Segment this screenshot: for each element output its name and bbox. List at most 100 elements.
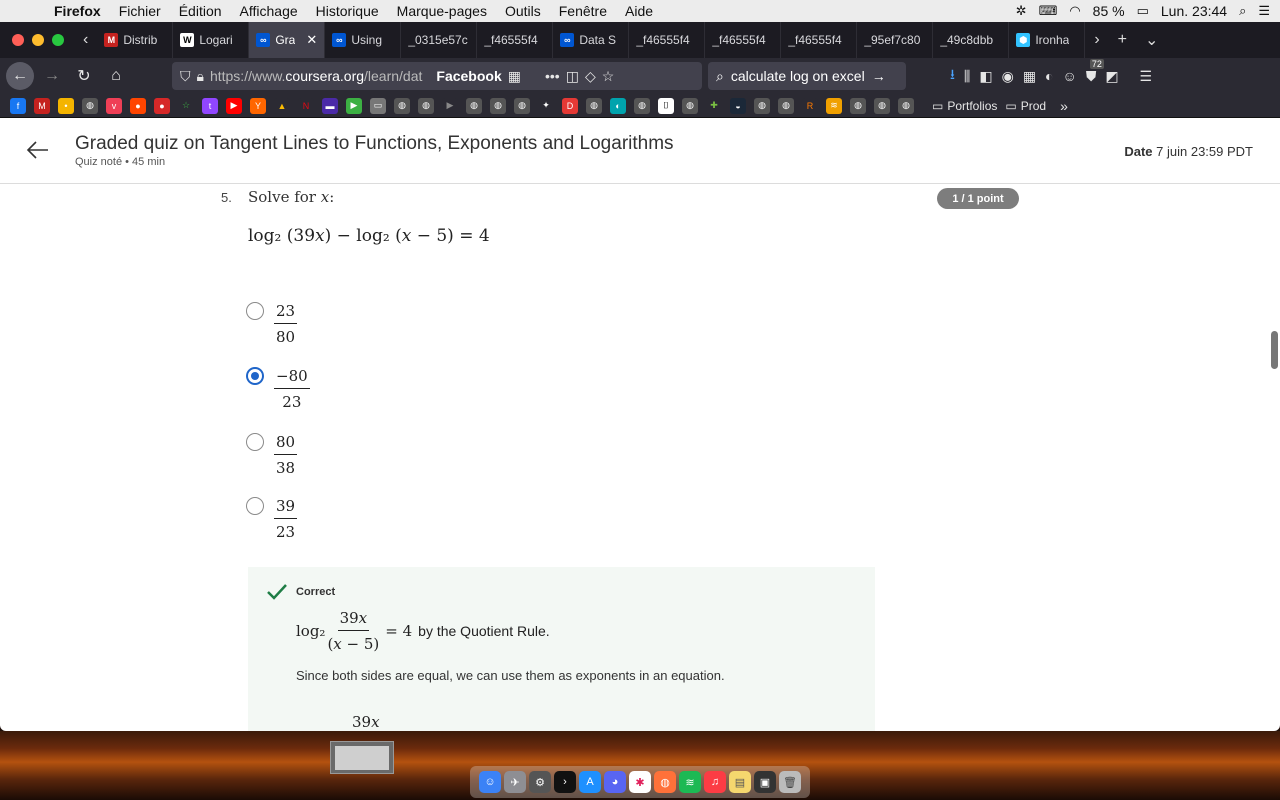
menu-item-aide[interactable]: Aide [625,3,653,19]
browser-tab[interactable]: ∞ Using [325,22,402,58]
answer-option[interactable]: 23 80 [246,302,298,346]
bookmark-tag-icon[interactable]: ◇ [585,68,596,85]
purple-bookmark-icon[interactable]: ▬ [322,97,338,114]
extension-grid-icon[interactable]: ▦ [1023,68,1036,85]
launchpad-icon[interactable]: ✈ [504,771,526,793]
scrollbar-thumb[interactable] [1271,331,1278,369]
chevron-right-icon[interactable]: › [1094,31,1099,49]
netflix-bookmark-icon[interactable]: N [298,97,314,114]
answer-option[interactable]: 39 23 [246,497,298,541]
slack-icon[interactable]: ✱ [629,771,651,793]
radio-button[interactable] [246,302,264,320]
search-bar[interactable]: ⌕ calculate log on excel → [708,62,906,90]
globe-bookmark-icon[interactable]: ◍ [874,97,890,114]
menu-item-historique[interactable]: Historique [316,3,379,19]
globe-bookmark-icon[interactable]: ◍ [466,97,482,114]
menubar-clock[interactable]: Lun. 23:44 [1161,3,1227,19]
wifi-icon[interactable]: ◠ [1069,3,1080,19]
globe-bookmark-icon[interactable]: ◍ [754,97,770,114]
extension-square-icon[interactable]: ◩ [1105,68,1118,85]
control-center-icon[interactable]: ☰ [1258,3,1270,19]
d-bookmark-icon[interactable]: D [562,97,578,114]
search-go-arrow-icon[interactable]: → [872,68,886,84]
sidebar-icon[interactable]: ◧ [979,68,992,85]
menu-item-edition[interactable]: Édition [179,3,222,19]
youtube-bookmark-icon[interactable]: ▶ [226,97,242,114]
facebook-bookmark-icon[interactable]: f [10,97,26,114]
globe-bookmark-icon[interactable]: ◍ [418,97,434,114]
globe-bookmark-icon[interactable]: ◍ [82,97,98,114]
close-window-button[interactable] [12,34,24,46]
steam-bookmark-icon[interactable]: ◒ [730,97,746,114]
globe-bookmark-icon[interactable]: ◍ [850,97,866,114]
bookmarks-overflow-chevron-icon[interactable]: » [1060,98,1068,114]
preview-icon[interactable]: ▤ [729,771,751,793]
globe-bookmark-icon[interactable]: ◍ [898,97,914,114]
menu-item-marque-pages[interactable]: Marque-pages [397,3,487,19]
green-bookmark-icon[interactable]: ✚ [706,97,722,114]
system-preferences-icon[interactable]: ⚙ [529,771,551,793]
home-icon[interactable]: ⌂ [102,62,130,90]
teal-bookmark-icon[interactable]: ◐ [610,97,626,114]
globe-bookmark-icon[interactable]: ◍ [514,97,530,114]
battery-percent[interactable]: 85 % [1093,3,1125,19]
discord-icon[interactable]: ◕ [604,771,626,793]
r-bookmark-icon[interactable]: R [802,97,818,114]
firefox-icon[interactable]: ◍ [654,771,676,793]
menu-app-name[interactable]: Firefox [54,3,101,19]
forward-arrow-icon[interactable]: → [38,62,66,90]
answer-option[interactable]: 80 38 [246,433,298,477]
zoom-window-button[interactable] [52,34,64,46]
finder-icon[interactable]: ☺ [479,771,501,793]
ycombinator-bookmark-icon[interactable]: Y [250,97,266,114]
menu-item-outils[interactable]: Outils [505,3,541,19]
back-arrow-icon[interactable] [26,140,50,160]
app-store-icon[interactable]: A [579,771,601,793]
reload-icon[interactable]: ↻ [70,62,98,90]
play-arrow-bookmark-icon[interactable]: ▶ [442,97,458,114]
browser-tab[interactable]: _f46555f4 [477,22,554,58]
browser-tab[interactable]: _0315e57c [401,22,478,58]
spotlight-search-icon[interactable]: ⌕ [1239,3,1246,19]
pocket-icon[interactable]: ◫ [566,68,579,85]
reddit-bookmark-icon[interactable]: ● [130,97,146,114]
battery-icon[interactable]: ▭ [1137,3,1149,19]
music-icon[interactable]: ♫ [704,771,726,793]
minimize-window-button[interactable] [32,34,44,46]
briefcase-icon[interactable]: ▣ [754,771,776,793]
radio-button-selected[interactable] [246,367,264,385]
browser-tab[interactable]: _49c8dbb [933,22,1010,58]
stripes-bookmark-icon[interactable]: ≋ [826,97,842,114]
globe-bookmark-icon[interactable]: ◍ [490,97,506,114]
browser-tab[interactable]: _f46555f4 [781,22,858,58]
answer-option-selected[interactable]: −80 23 [246,367,310,411]
radio-button[interactable] [246,433,264,451]
extension-eye-icon[interactable]: ◐ [1045,68,1053,84]
bookmark-star-icon[interactable]: ☆ [602,68,615,85]
pocket-bookmark-icon[interactable]: v [106,97,122,114]
twitch-bookmark-icon[interactable]: t [202,97,218,114]
download-icon[interactable]: ⭳ [950,64,955,88]
tab-list-chevron-down-icon[interactable]: ⌄ [1145,30,1158,50]
radio-button[interactable] [246,497,264,515]
globe-bookmark-icon[interactable]: ◍ [634,97,650,114]
red-circle-bookmark-icon[interactable]: ● [154,97,170,114]
bookmark-folder-prod[interactable]: ▭ Prod [1005,99,1046,113]
desktop-window-thumbnail[interactable] [330,741,394,774]
globe-bookmark-icon[interactable]: ◍ [778,97,794,114]
browser-tab[interactable]: ⬢ Ironha [1009,22,1086,58]
back-arrow-icon[interactable]: ← [6,62,34,90]
account-icon[interactable]: ◉ [1002,68,1014,85]
globe-bookmark-icon[interactable]: ◍ [682,97,698,114]
spotify-icon[interactable]: ≋ [679,771,701,793]
gmail-bookmark-icon[interactable]: M [34,97,50,114]
close-tab-icon[interactable]: ✕ [306,32,317,48]
hamburger-menu-icon[interactable]: ☰ [1140,68,1153,85]
sync-icon[interactable]: ✲ [1016,3,1027,19]
bookmark-folder-portfolios[interactable]: ▭ Portfolios [932,99,997,113]
browser-tab[interactable]: _f46555f4 [705,22,782,58]
keyboard-icon[interactable]: ⌨ [1039,3,1058,19]
globe-bookmark-icon[interactable]: ◍ [586,97,602,114]
terminal-icon[interactable]: › [554,771,576,793]
trash-icon[interactable]: 🗑︎ [779,771,801,793]
